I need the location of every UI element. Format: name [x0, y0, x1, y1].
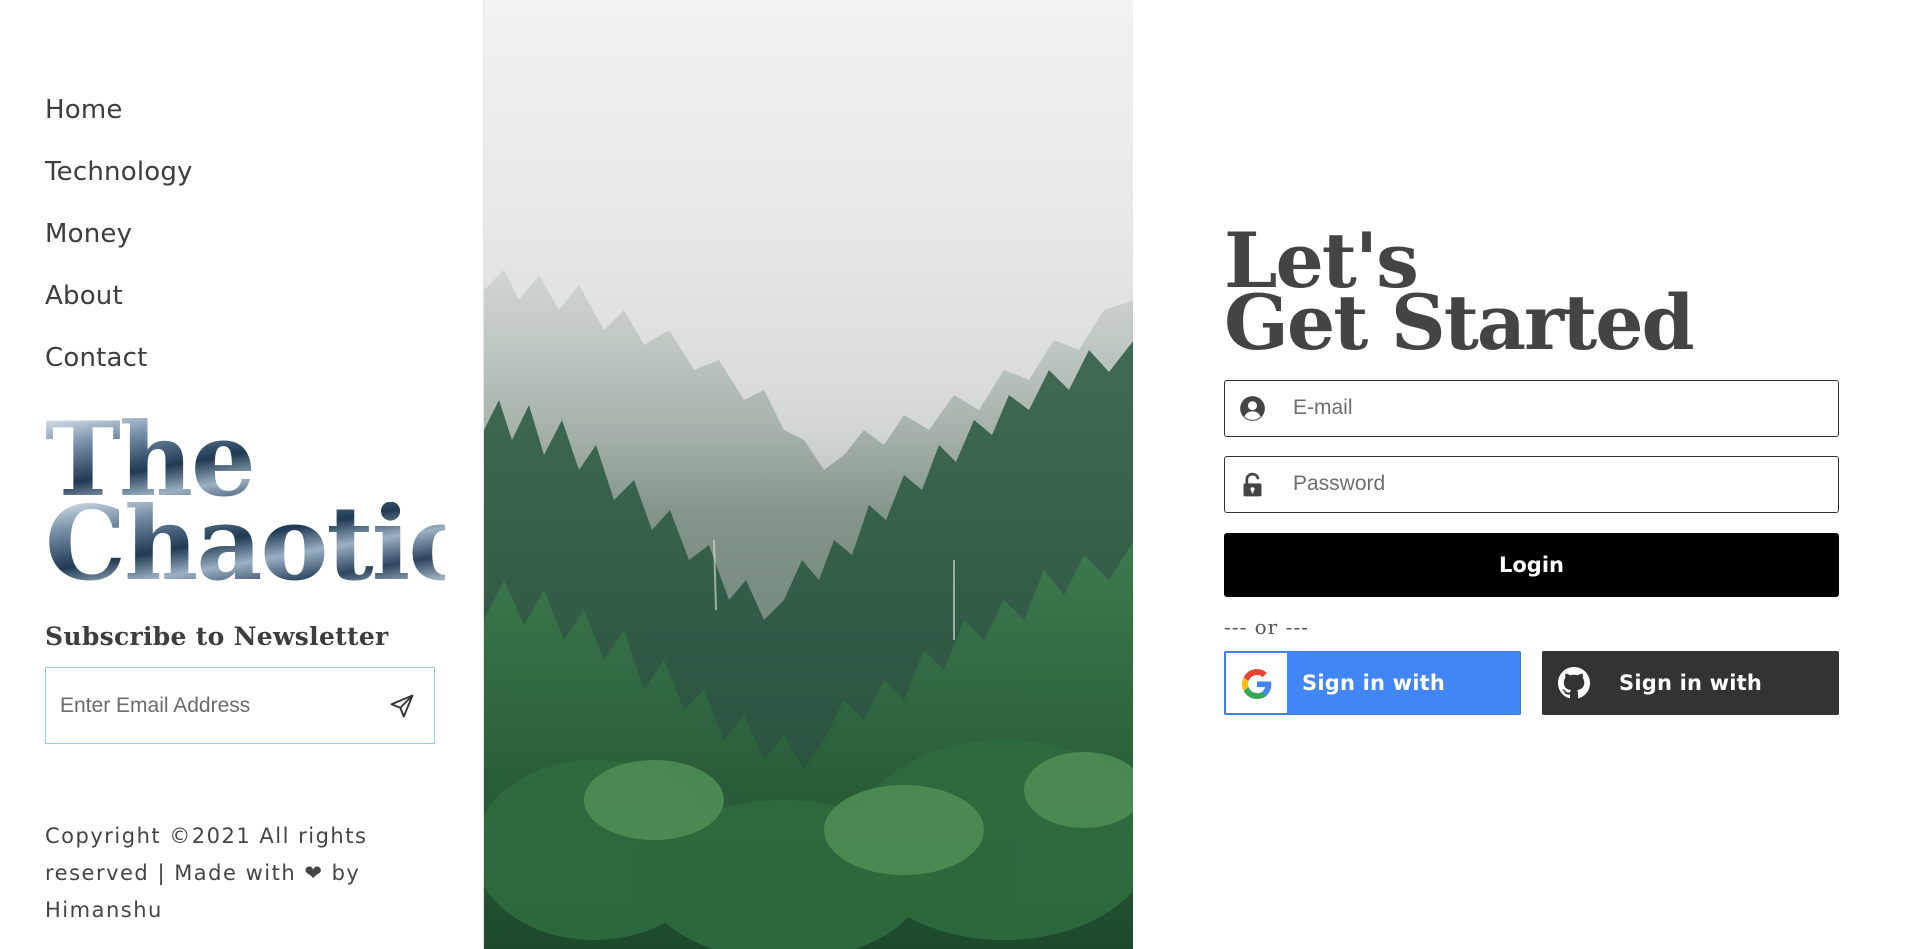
- unlock-icon: [1239, 471, 1266, 498]
- page: Home Technology Money About Contact The …: [0, 0, 1912, 949]
- login-panel: Let's Get Started E-mail Login --- or --…: [1224, 223, 1839, 759]
- password-field: [1224, 456, 1839, 513]
- social-login-row: Sign in with Google Sign in with GitHub: [1224, 651, 1839, 759]
- send-icon[interactable]: [388, 692, 416, 720]
- page-title: Let's Get Started: [1224, 223, 1839, 367]
- login-button[interactable]: Login: [1224, 533, 1839, 597]
- or-divider: --- or ---: [1224, 615, 1309, 639]
- newsletter-title: Subscribe to Newsletter: [45, 622, 389, 651]
- github-signin-button[interactable]: Sign in with GitHub: [1542, 651, 1839, 759]
- brand-line-2: Chaotic: [45, 484, 470, 604]
- newsletter-email-input[interactable]: [58, 668, 378, 743]
- headline-line-2: Get Started: [1224, 278, 1695, 367]
- github-signin-label: Sign in with GitHub: [1619, 671, 1763, 759]
- brand-logo: The Chaotic: [45, 409, 470, 604]
- google-signin-button[interactable]: Sign in with Google: [1224, 651, 1521, 757]
- google-icon: [1242, 669, 1272, 699]
- password-input[interactable]: [1291, 457, 1831, 511]
- main-nav: Home Technology Money About Contact: [45, 88, 193, 398]
- hero-forest-image: [483, 0, 1133, 949]
- nav-item-home[interactable]: Home: [45, 88, 193, 150]
- google-signin-label: Sign in with Google: [1302, 671, 1446, 757]
- user-icon: [1239, 395, 1266, 422]
- email-input[interactable]: [1291, 381, 1831, 435]
- nav-item-contact[interactable]: Contact: [45, 336, 193, 398]
- sidebar: Home Technology Money About Contact The …: [0, 0, 483, 949]
- nav-item-technology[interactable]: Technology: [45, 150, 193, 212]
- google-logo-container: [1226, 653, 1287, 713]
- email-field: [1224, 380, 1839, 437]
- copyright-text: Copyright ©2021 All rights reserved | Ma…: [45, 824, 368, 922]
- nav-item-money[interactable]: Money: [45, 212, 193, 274]
- newsletter-form: [45, 667, 435, 744]
- nav-item-about[interactable]: About: [45, 274, 193, 336]
- github-icon: [1558, 667, 1590, 699]
